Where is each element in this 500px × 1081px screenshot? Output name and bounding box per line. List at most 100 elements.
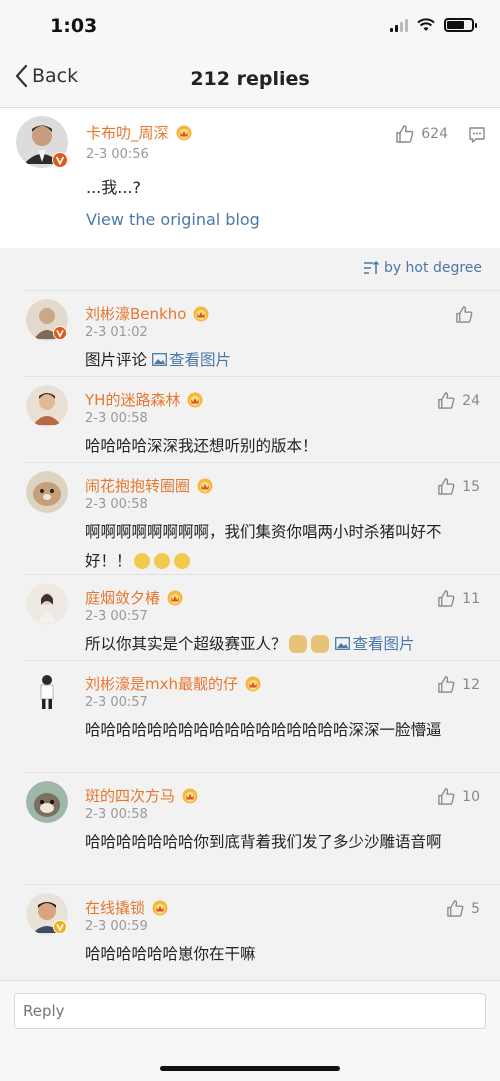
status-bar: 1:03 <box>0 0 500 52</box>
author-row: 庭烟敛夕椿 <box>85 587 184 608</box>
avatar[interactable] <box>26 781 68 823</box>
reply-item: 刘彬濠是mxh最靓的仔 2-3 00:57 哈哈哈哈哈哈哈哈哈哈哈哈哈哈哈哈哈深… <box>24 660 500 772</box>
thumbs-up-icon <box>438 590 455 607</box>
author-name[interactable]: 刘彬濠是mxh最靓的仔 <box>85 673 238 694</box>
image-icon <box>151 353 167 366</box>
author-name[interactable]: 斑的四次方马 <box>85 785 175 806</box>
author-name[interactable]: 卡布叻_周深 <box>86 122 169 143</box>
crown-badge-icon <box>245 676 261 691</box>
status-icons <box>390 18 477 32</box>
status-time: 1:03 <box>50 15 98 37</box>
comment-text: ...我...? <box>86 178 142 197</box>
crown-badge-icon <box>193 306 209 321</box>
like-button[interactable]: 10 <box>437 787 480 806</box>
author-row: YH的迷路森林 <box>85 389 204 410</box>
thumbs-up-icon <box>396 125 414 143</box>
battery-icon <box>444 18 477 32</box>
thumbs-up-icon <box>456 306 473 323</box>
avatar[interactable] <box>26 583 68 625</box>
crown-badge-icon <box>167 590 183 605</box>
reply-text-content: 所以你其实是个超级赛亚人？ <box>85 635 287 653</box>
author-row: 刘彬濠是mxh最靓的仔 <box>85 673 262 694</box>
like-count: 5 <box>471 900 480 917</box>
thumbs-up-icon <box>438 478 455 495</box>
avatar[interactable] <box>26 471 68 513</box>
reply-text: 所以你其实是个超级赛亚人？ 查看图片 <box>85 630 480 659</box>
author-name[interactable]: 在线撬锁 <box>85 897 145 918</box>
crown-badge-icon <box>176 125 192 140</box>
thumbs-up-icon <box>438 788 455 805</box>
like-button[interactable]: 24 <box>437 391 480 410</box>
timestamp: 2-3 00:58 <box>85 807 148 822</box>
emoji-icon <box>153 552 170 569</box>
reply-text: 图片评论 查看图片 <box>85 346 480 375</box>
reply-text: 啊啊啊啊啊啊啊啊，我们集资你唱两小时杀猪叫好不好！！ <box>85 518 480 576</box>
sort-toggle[interactable]: by hot degree <box>363 260 482 276</box>
view-image-label: 查看图片 <box>168 351 231 369</box>
like-button[interactable]: 11 <box>437 589 480 608</box>
crown-badge-icon <box>197 478 213 493</box>
reply-text: 哈哈哈哈哈哈崽你在干嘛 <box>85 945 256 963</box>
like-button[interactable]: 624 <box>395 124 448 144</box>
like-count: 12 <box>462 676 480 693</box>
sort-icon <box>363 260 379 274</box>
author-row: 在线撬锁 <box>85 897 169 918</box>
sort-row: by hot degree <box>0 248 500 290</box>
author-name[interactable]: 闹花抱抱转圈圈 <box>85 475 190 496</box>
thumbs-up-icon <box>438 676 455 693</box>
verified-badge-icon <box>53 920 67 934</box>
avatar[interactable] <box>26 669 68 711</box>
timestamp: 2-3 01:02 <box>85 325 148 340</box>
author-name[interactable]: 刘彬濠Benkho <box>85 303 186 324</box>
doge-emoji-icon <box>310 634 329 653</box>
crown-badge-icon <box>152 900 168 915</box>
page-title: 212 replies <box>190 68 310 90</box>
wifi-icon <box>417 18 435 31</box>
reply-input[interactable] <box>14 993 486 1029</box>
view-image-link[interactable]: 查看图片 <box>335 635 414 653</box>
like-count: 15 <box>462 478 480 495</box>
reply-item: 在线撬锁 2-3 00:59 哈哈哈哈哈哈崽你在干嘛 5 <box>24 884 500 984</box>
like-button[interactable]: 12 <box>437 675 480 694</box>
reply-item: 闹花抱抱转圈圈 2-3 00:58 啊啊啊啊啊啊啊啊，我们集资你唱两小时杀猪叫好… <box>24 462 500 574</box>
reply-text-content: 图片评论 <box>85 351 152 369</box>
emoji-icon <box>173 552 190 569</box>
crown-badge-icon <box>187 392 203 407</box>
author-row: 卡布叻_周深 <box>86 122 193 143</box>
like-count: 624 <box>421 126 448 142</box>
reply-item: 斑的四次方马 2-3 00:58 哈哈哈哈哈哈哈你到底背着我们发了多少沙雕语音啊… <box>24 772 500 884</box>
like-count: 24 <box>462 392 480 409</box>
sort-label: by hot degree <box>383 260 482 276</box>
timestamp: 2-3 00:58 <box>85 497 148 512</box>
reply-text: 哈哈哈哈哈哈哈哈哈哈哈哈哈哈哈哈哈深深一脸懵逼 <box>85 721 442 739</box>
comment-icon[interactable] <box>468 126 486 144</box>
reply-item: YH的迷路森林 2-3 00:58 哈哈哈哈深深我还想听别的版本！ 24 <box>24 376 500 462</box>
like-button[interactable] <box>455 305 480 324</box>
nav-bar: Back 212 replies <box>0 52 500 108</box>
view-original-blog-link[interactable]: View the original blog <box>86 210 260 229</box>
timestamp: 2-3 00:58 <box>85 411 148 426</box>
reply-text: 哈哈哈哈深深我还想听别的版本！ <box>85 437 318 455</box>
doge-emoji-icon <box>288 634 307 653</box>
original-comment: 卡布叻_周深 2-3 00:56 ...我...? View the origi… <box>0 108 500 248</box>
reply-input-bar <box>0 980 500 1081</box>
verified-badge-icon <box>53 326 67 340</box>
view-image-label: 查看图片 <box>352 635 415 653</box>
reply-item: 庭烟敛夕椿 2-3 00:57 所以你其实是个超级赛亚人？ 查看图片 11 <box>24 574 500 660</box>
emoji-icon <box>133 552 150 569</box>
reply-item: 刘彬濠Benkho 2-3 01:02 图片评论 查看图片 <box>24 290 500 376</box>
home-indicator <box>160 1066 340 1071</box>
author-row: 刘彬濠Benkho <box>85 303 210 324</box>
author-name[interactable]: YH的迷路森林 <box>85 389 180 410</box>
like-count: 10 <box>462 788 480 805</box>
like-button[interactable]: 5 <box>446 899 480 918</box>
like-button[interactable]: 15 <box>437 477 480 496</box>
avatar[interactable] <box>26 385 68 427</box>
timestamp: 2-3 00:56 <box>86 147 149 162</box>
author-name[interactable]: 庭烟敛夕椿 <box>85 587 160 608</box>
crown-badge-icon <box>182 788 198 803</box>
verified-badge-icon <box>52 152 68 168</box>
view-image-link[interactable]: 查看图片 <box>151 351 231 369</box>
author-row: 闹花抱抱转圈圈 <box>85 475 214 496</box>
thumbs-up-icon <box>447 900 464 917</box>
